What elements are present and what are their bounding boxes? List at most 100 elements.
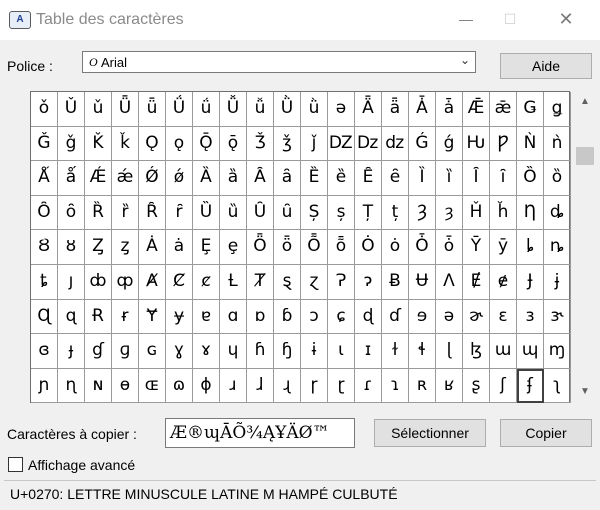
character-cell[interactable]: ȷ [58, 264, 85, 300]
character-cell[interactable]: ɨ [301, 334, 328, 369]
character-cell[interactable]: Ȏ [31, 195, 58, 231]
character-cell[interactable]: ɍ [112, 299, 139, 335]
character-cell[interactable]: ɠ [85, 334, 112, 369]
character-cell[interactable]: Ȣ [31, 230, 58, 265]
character-cell[interactable]: Ȉ [409, 161, 436, 196]
character-cell[interactable]: ə [436, 299, 463, 335]
character-cell[interactable]: ȥ [112, 230, 139, 265]
character-cell[interactable]: Ȁ [193, 161, 220, 196]
character-cell[interactable]: Ȫ [247, 230, 274, 265]
character-cell[interactable]: Ɏ [139, 299, 166, 335]
character-cell[interactable]: Ǟ [355, 92, 382, 127]
character-cell[interactable]: ɘ [409, 299, 436, 335]
character-cell[interactable]: ɷ [166, 368, 193, 404]
character-cell[interactable]: ɡ [112, 334, 139, 369]
character-cell[interactable]: ɧ [274, 334, 301, 369]
character-cell[interactable]: ɂ [355, 264, 382, 300]
character-cell[interactable]: ɰ [517, 334, 544, 369]
character-cell[interactable]: ȝ [436, 195, 463, 231]
character-cell[interactable]: Ƿ [490, 126, 517, 162]
character-cell[interactable]: ș [328, 195, 355, 231]
help-button[interactable]: Aide [500, 53, 592, 79]
character-cell[interactable]: ǽ [112, 161, 139, 196]
character-cell[interactable]: ɇ [490, 264, 517, 300]
character-cell[interactable]: ǣ [490, 92, 517, 127]
character-cell[interactable]: ȩ [220, 230, 247, 265]
character-cell[interactable]: ɏ [166, 299, 193, 335]
character-cell[interactable]: ǧ [58, 126, 85, 162]
character-cell[interactable]: ȿ [274, 264, 301, 300]
character-cell[interactable]: ɺ [247, 368, 274, 404]
character-cell[interactable]: ɼ [301, 368, 328, 404]
character-cell[interactable]: Ƚ [220, 264, 247, 300]
character-cell[interactable]: ȹ [112, 264, 139, 300]
character-cell[interactable]: ȼ [193, 264, 220, 300]
character-cell[interactable]: ɉ [544, 264, 571, 300]
character-cell[interactable]: Ǜ [274, 92, 301, 127]
character-cell[interactable]: Ǭ [193, 126, 220, 162]
character-cell[interactable]: Ȓ [139, 195, 166, 231]
character-cell[interactable]: ȸ [85, 264, 112, 300]
character-cell[interactable]: ɞ [31, 334, 58, 369]
character-cell[interactable]: ɫ [382, 334, 409, 369]
character-cell[interactable]: Ȕ [193, 195, 220, 231]
character-cell[interactable]: ɋ [58, 299, 85, 335]
character-cell[interactable]: ǝ [328, 92, 355, 127]
character-cell[interactable]: ʀ [409, 368, 436, 404]
character-cell[interactable]: Ɇ [463, 264, 490, 300]
character-cell[interactable]: ʂ [463, 368, 490, 404]
character-cell[interactable]: ʄ [517, 368, 544, 404]
character-cell[interactable]: Ț [355, 195, 382, 231]
character-cell[interactable]: ȃ [274, 161, 301, 196]
character-cell[interactable]: Ǫ [139, 126, 166, 162]
character-cell[interactable]: ǖ [139, 92, 166, 127]
character-cell[interactable]: ȏ [58, 195, 85, 231]
character-cell[interactable]: ǳ [382, 126, 409, 162]
character-cell[interactable]: ɶ [139, 368, 166, 404]
character-cell[interactable]: ɀ [301, 264, 328, 300]
character-cell[interactable]: ȱ [436, 230, 463, 265]
character-cell[interactable]: Ⱥ [139, 264, 166, 300]
character-cell[interactable]: Ȇ [355, 161, 382, 196]
character-cell[interactable]: ȕ [220, 195, 247, 231]
character-cell[interactable]: ɢ [139, 334, 166, 369]
character-cell[interactable]: ɵ [112, 368, 139, 404]
character-cell[interactable]: Ǔ [58, 92, 85, 127]
character-cell[interactable]: ǘ [193, 92, 220, 127]
character-cell[interactable]: ǹ [544, 126, 571, 162]
character-cell[interactable]: ɥ [220, 334, 247, 369]
character-cell[interactable]: ȉ [436, 161, 463, 196]
character-cell[interactable]: ȁ [220, 161, 247, 196]
character-cell[interactable]: ɗ [382, 299, 409, 335]
character-cell[interactable]: Ȩ [193, 230, 220, 265]
character-cell[interactable]: ȗ [274, 195, 301, 231]
character-cell[interactable]: Ȯ [355, 230, 382, 265]
character-cell[interactable]: Ȑ [85, 195, 112, 231]
character-cell[interactable]: ɹ [220, 368, 247, 404]
font-select[interactable]: O Arial ⌄ [82, 51, 476, 73]
character-cell[interactable]: ɝ [544, 299, 571, 335]
character-cell[interactable]: ɓ [274, 299, 301, 335]
character-cell[interactable]: Ǳ [328, 126, 355, 162]
character-cell[interactable]: Ȅ [301, 161, 328, 196]
character-cell[interactable]: ȓ [166, 195, 193, 231]
character-cell[interactable]: ɳ [58, 368, 85, 404]
close-button[interactable]: ✕ [544, 4, 588, 34]
character-cell[interactable]: ȶ [31, 264, 58, 300]
character-cell[interactable]: ȭ [328, 230, 355, 265]
character-cell[interactable]: ǫ [166, 126, 193, 162]
character-cell[interactable]: Ǽ [85, 161, 112, 196]
character-cell[interactable]: ɤ [193, 334, 220, 369]
maximize-button[interactable]: ☐ [488, 4, 532, 34]
character-cell[interactable]: Ʉ [409, 264, 436, 300]
character-cell[interactable]: ǚ [247, 92, 274, 127]
character-cell[interactable]: ȍ [544, 161, 571, 196]
character-cell[interactable]: ɯ [490, 334, 517, 369]
character-cell[interactable]: ɬ [409, 334, 436, 369]
character-cell[interactable]: ɑ [220, 299, 247, 335]
character-cell[interactable]: ȋ [490, 161, 517, 196]
character-cell[interactable]: ɻ [274, 368, 301, 404]
character-cell[interactable]: Ǘ [166, 92, 193, 127]
character-cell[interactable]: ȧ [166, 230, 193, 265]
minimize-button[interactable]: — [444, 4, 488, 34]
